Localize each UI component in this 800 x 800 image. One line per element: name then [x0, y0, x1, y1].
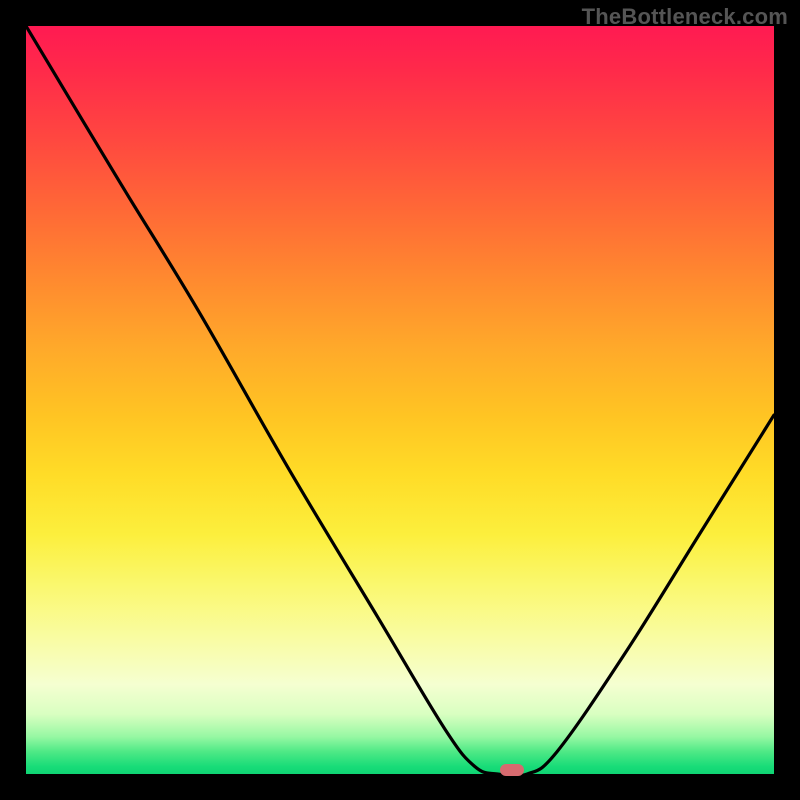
curve-svg — [26, 26, 774, 774]
chart-frame: TheBottleneck.com — [0, 0, 800, 800]
optimal-marker — [500, 764, 524, 776]
plot-area — [26, 26, 774, 774]
bottleneck-curve-path — [26, 26, 774, 774]
